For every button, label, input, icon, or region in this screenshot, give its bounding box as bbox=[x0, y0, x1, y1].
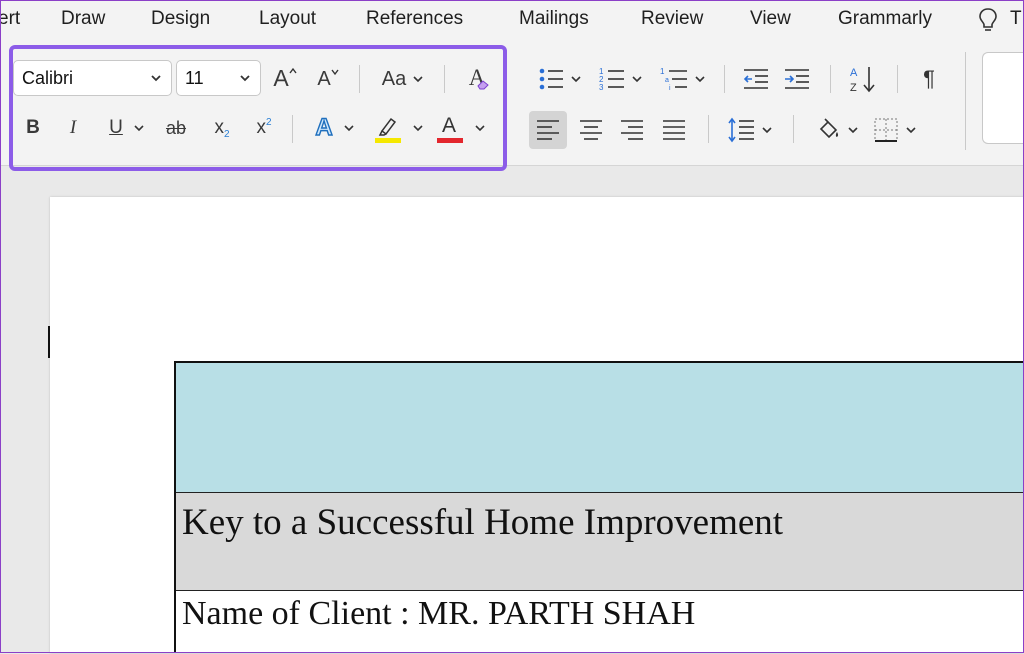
align-left-button[interactable] bbox=[529, 111, 567, 149]
increase-indent-button[interactable] bbox=[782, 62, 812, 96]
show-formatting-button[interactable]: ¶ bbox=[914, 62, 944, 96]
table-header-row[interactable] bbox=[176, 363, 1024, 493]
align-center-button[interactable] bbox=[574, 111, 608, 149]
chevron-down-icon bbox=[571, 76, 581, 83]
divider bbox=[708, 115, 709, 143]
font-group-highlight bbox=[9, 45, 507, 171]
multilevel-list-icon: 1 a i bbox=[660, 67, 687, 92]
chevron-down-icon bbox=[632, 76, 642, 83]
svg-text:a: a bbox=[665, 77, 669, 84]
chevron-down-icon bbox=[906, 127, 916, 134]
justify-button[interactable] bbox=[657, 111, 691, 149]
tab-grammarly[interactable]: Grammarly bbox=[838, 8, 932, 30]
bullet-list-icon bbox=[539, 68, 563, 90]
numbering-button[interactable]: 1 2 3 bbox=[596, 62, 646, 96]
sort-button[interactable]: A Z bbox=[846, 62, 880, 96]
decrease-indent-icon bbox=[743, 69, 768, 89]
svg-text:A: A bbox=[850, 67, 858, 79]
increase-indent-icon bbox=[785, 69, 809, 89]
numbered-list-icon: 1 2 3 bbox=[599, 67, 624, 92]
align-center-icon bbox=[580, 120, 602, 140]
borders-icon bbox=[874, 118, 898, 142]
tab-view[interactable]: View bbox=[750, 8, 791, 30]
line-spacing-icon bbox=[728, 117, 754, 143]
align-left-icon bbox=[537, 120, 559, 140]
sort-icon: A Z bbox=[850, 67, 875, 94]
svg-text:1: 1 bbox=[660, 67, 665, 76]
divider bbox=[897, 65, 898, 93]
chevron-down-icon bbox=[762, 127, 772, 134]
lightbulb-icon[interactable] bbox=[977, 6, 999, 34]
document-title[interactable]: Key to a Successful Home Improvement bbox=[182, 501, 783, 544]
ribbon: ert Draw Design Layout References Mailin… bbox=[0, 0, 1024, 171]
ribbon-tabs: ert Draw Design Layout References Mailin… bbox=[0, 0, 1024, 42]
tab-draw[interactable]: Draw bbox=[61, 8, 105, 30]
styles-gallery[interactable] bbox=[982, 52, 1024, 144]
svg-text:Z: Z bbox=[850, 82, 857, 94]
pilcrow-icon: ¶ bbox=[923, 66, 935, 91]
bullets-button[interactable] bbox=[535, 62, 585, 96]
client-name-line[interactable]: Name of Client : MR. PARTH SHAH bbox=[182, 595, 695, 633]
divider bbox=[965, 52, 966, 150]
divider bbox=[830, 65, 831, 93]
svg-text:i: i bbox=[669, 85, 671, 92]
table-client-row[interactable]: Name of Client : MR. PARTH SHAH bbox=[176, 591, 1024, 653]
tab-mailings[interactable]: Mailings bbox=[519, 8, 589, 30]
shading-button[interactable] bbox=[810, 111, 864, 149]
table-title-row[interactable]: Key to a Successful Home Improvement bbox=[176, 493, 1024, 591]
divider bbox=[793, 115, 794, 143]
justify-icon bbox=[663, 120, 685, 140]
document-table[interactable]: Key to a Successful Home Improvement Nam… bbox=[174, 361, 1024, 653]
paint-bucket-icon bbox=[819, 118, 839, 139]
tab-layout[interactable]: Layout bbox=[259, 8, 316, 30]
align-right-button[interactable] bbox=[615, 111, 649, 149]
align-right-icon bbox=[621, 120, 643, 140]
multilevel-list-button[interactable]: 1 a i bbox=[657, 62, 709, 96]
tab-review[interactable]: Review bbox=[641, 8, 703, 30]
tell-me-search[interactable]: T bbox=[1010, 8, 1022, 30]
text-cursor bbox=[48, 326, 50, 358]
decrease-indent-button[interactable] bbox=[741, 62, 771, 96]
divider bbox=[724, 65, 725, 93]
tab-design[interactable]: Design bbox=[151, 8, 210, 30]
svg-text:3: 3 bbox=[599, 83, 604, 92]
line-spacing-button[interactable] bbox=[723, 111, 777, 149]
chevron-down-icon bbox=[848, 127, 858, 134]
tab-references[interactable]: References bbox=[366, 8, 463, 30]
tab-insert[interactable]: ert bbox=[0, 8, 20, 30]
chevron-down-icon bbox=[695, 76, 705, 83]
borders-button[interactable] bbox=[868, 111, 922, 149]
